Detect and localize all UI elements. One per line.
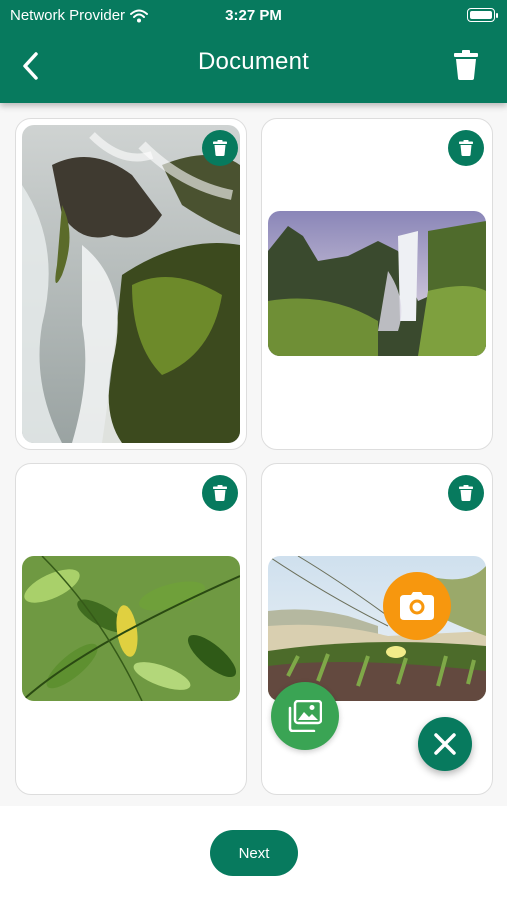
camera-button[interactable] [383,572,451,640]
document-photo-beach-dunes[interactable] [268,556,486,701]
close-menu-button[interactable] [418,717,472,771]
document-photo-green-leaves[interactable] [22,556,240,701]
delete-document-button[interactable] [202,475,238,511]
close-icon [434,733,456,755]
photo-waterfall-valley [268,211,486,356]
app-header: Network Provider 3:27 PM Document [0,0,507,103]
photo-beach-dunes [268,556,486,701]
document-card[interactable] [15,118,247,450]
bottom-bar: Next [0,806,507,900]
status-bar: Network Provider 3:27 PM [0,6,507,26]
trash-icon [213,140,227,156]
camera-icon [400,592,434,620]
trash-icon [459,485,473,501]
page-title: Document [198,48,309,75]
document-photo-waterfall-closeup[interactable] [22,125,240,443]
trash-icon [213,485,227,501]
document-card[interactable] [261,118,493,450]
gallery-button[interactable] [271,682,339,750]
delete-document-button[interactable] [202,130,238,166]
trash-icon [459,140,473,156]
status-time: 3:27 PM [225,7,282,24]
delete-document-button[interactable] [448,475,484,511]
battery-icon [467,8,498,22]
document-card[interactable] [15,463,247,795]
photo-green-leaves [22,556,240,701]
document-photo-waterfall-valley[interactable] [268,211,486,356]
gallery-icon [288,700,322,732]
document-grid [0,103,507,806]
delete-all-button[interactable] [453,50,479,80]
trash-icon [454,50,478,80]
delete-document-button[interactable] [448,130,484,166]
photo-waterfall-closeup [22,125,240,443]
next-button[interactable]: Next [210,830,298,876]
